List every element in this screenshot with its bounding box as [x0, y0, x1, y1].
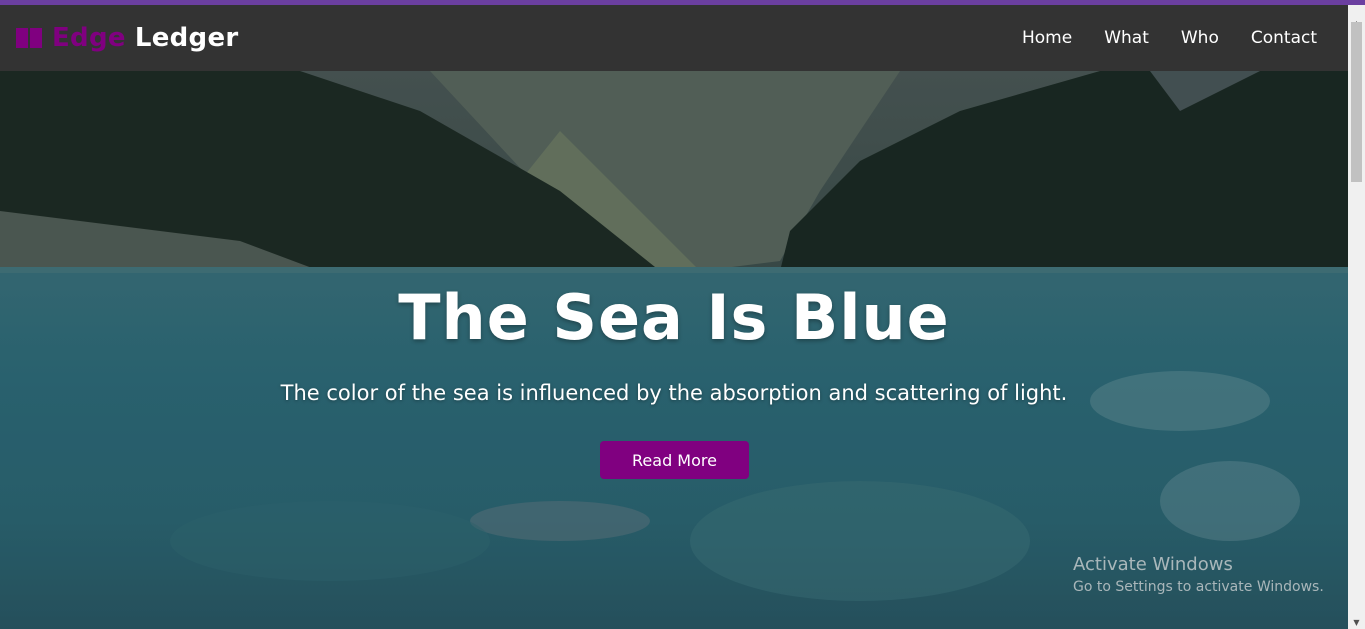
book-icon — [16, 28, 42, 48]
hero-title: The Sea Is Blue — [398, 281, 950, 354]
scroll-down-arrow-icon[interactable]: ▼ — [1348, 617, 1365, 627]
nav-menu: Home What Who Contact — [1006, 5, 1333, 71]
watermark-subtitle: Go to Settings to activate Windows. — [1073, 579, 1324, 595]
brand-name-main: Ledger — [134, 23, 239, 53]
hero-section: The Sea Is Blue The color of the sea is … — [0, 71, 1348, 629]
page: Edge Ledger Home What Who Contact The Se… — [0, 5, 1348, 629]
watermark-title: Activate Windows — [1073, 554, 1233, 575]
activate-windows-watermark: Activate Windows Go to Settings to activ… — [1073, 553, 1324, 597]
navbar: Edge Ledger Home What Who Contact — [0, 5, 1348, 71]
nav-link-who[interactable]: Who — [1165, 28, 1235, 48]
nav-link-contact[interactable]: Contact — [1235, 28, 1333, 48]
nav-link-what[interactable]: What — [1088, 28, 1165, 48]
nav-link-home[interactable]: Home — [1006, 28, 1088, 48]
scrollbar-thumb[interactable] — [1351, 22, 1362, 182]
brand-name-accent: Edge — [52, 23, 126, 53]
hero-subtitle: The color of the sea is influenced by th… — [280, 381, 1068, 405]
vertical-scrollbar[interactable]: ▲ ▼ — [1348, 5, 1365, 629]
brand-logo[interactable]: Edge Ledger — [16, 19, 239, 57]
read-more-button[interactable]: Read More — [600, 441, 749, 479]
